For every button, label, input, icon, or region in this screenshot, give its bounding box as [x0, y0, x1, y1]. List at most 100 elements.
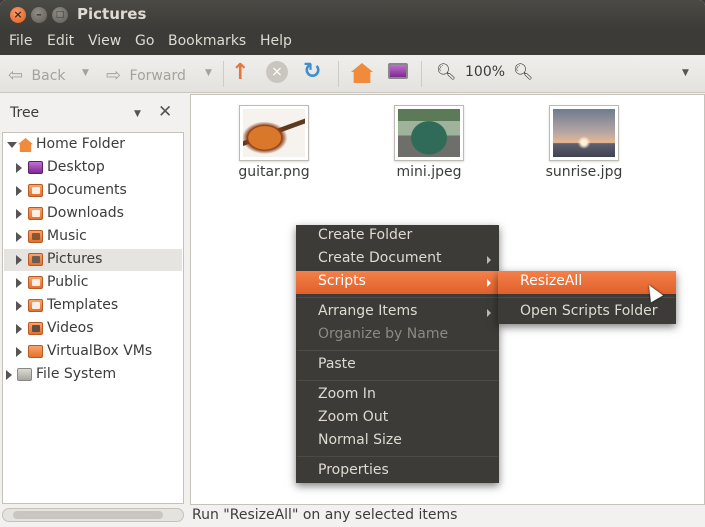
menu-help[interactable]: Help [260, 33, 292, 49]
back-label: Back [31, 68, 66, 84]
menu-item-label: Organize by Name [318, 326, 449, 342]
menu-bookmarks[interactable]: Bookmarks [168, 33, 246, 49]
expander-closed-icon[interactable] [16, 209, 22, 219]
guitar-thumbnail [239, 105, 309, 161]
zoom-in-icon[interactable]: 🔍︎ [513, 62, 533, 81]
expander-closed-icon[interactable] [6, 370, 12, 380]
menu-file[interactable]: File [9, 33, 32, 49]
menu-item-open-scripts-folder[interactable]: Open Scripts Folder [498, 301, 676, 324]
expander-closed-icon[interactable] [16, 232, 22, 242]
maximize-window-button[interactable]: □ [52, 7, 68, 23]
tree-item-label: Pictures [47, 251, 103, 267]
zoom-out-icon[interactable]: 🔍︎ [436, 62, 456, 81]
file-item[interactable]: mini.jpeg [374, 105, 484, 180]
menu-go[interactable]: Go [135, 33, 154, 49]
back-arrow-icon: ⇦ [8, 65, 24, 86]
tree-item-label: Downloads [47, 205, 124, 221]
file-manager-window: × – □ Pictures File Edit View Go Bookmar… [0, 0, 705, 527]
tree-item-documents[interactable]: Documents [4, 180, 182, 202]
menu-item-label: Zoom Out [318, 409, 389, 425]
submenu-arrow-icon [487, 309, 491, 317]
expander-closed-icon[interactable] [16, 347, 22, 357]
minimize-window-button[interactable]: – [31, 7, 47, 23]
menu-item-label: Paste [318, 356, 356, 372]
tree-item-label: File System [36, 366, 117, 382]
tree-item-pictures[interactable]: Pictures [4, 249, 182, 271]
menu-item-create-document[interactable]: Create Document [296, 248, 499, 271]
toolbar-overflow-chevron-icon[interactable]: ▼ [682, 68, 689, 78]
status-bar: Run "ResizeAll" on any selected items [190, 505, 705, 527]
menu-item-label: ResizeAll [520, 273, 583, 289]
expander-closed-icon[interactable] [16, 278, 22, 288]
window-title: Pictures [77, 5, 147, 23]
menu-item-arrange-items[interactable]: Arrange Items [296, 301, 499, 324]
menu-edit[interactable]: Edit [47, 33, 74, 49]
tree-item-virtualbox-vms[interactable]: VirtualBox VMs [4, 341, 182, 363]
submenu-arrow-icon [487, 279, 491, 287]
menu-item-label: Open Scripts Folder [520, 303, 658, 319]
tree-item-label: Videos [47, 320, 94, 336]
home-icon [18, 138, 33, 152]
back-button[interactable]: ⇦ Back [8, 64, 66, 86]
tree-item-label: Music [47, 228, 87, 244]
tree-item-desktop[interactable]: Desktop [4, 157, 182, 179]
tree-item-home[interactable]: Home Folder [4, 134, 182, 156]
menu-item-label: Scripts [318, 273, 366, 289]
expander-closed-icon[interactable] [16, 301, 22, 311]
expander-closed-icon[interactable] [16, 255, 22, 265]
folder-icon [28, 345, 43, 358]
tree-item-file-system[interactable]: File System [4, 364, 182, 386]
file-item[interactable]: guitar.png [219, 105, 329, 180]
menu-separator [297, 456, 498, 457]
computer-icon[interactable] [388, 63, 408, 79]
tree-item-downloads[interactable]: Downloads [4, 203, 182, 225]
tree-item-public[interactable]: Public [4, 272, 182, 294]
menu-item-label: Create Folder [318, 227, 413, 243]
expander-open-icon[interactable] [7, 142, 17, 148]
tree-item-videos[interactable]: Videos [4, 318, 182, 340]
tree-item-label: Desktop [47, 159, 105, 175]
file-item[interactable]: sunrise.jpg [529, 105, 639, 180]
menu-item-label: Arrange Items [318, 303, 418, 319]
expander-closed-icon[interactable] [16, 324, 22, 334]
tree-item-templates[interactable]: Templates [4, 295, 182, 317]
expander-closed-icon[interactable] [16, 163, 22, 173]
sidebar-view-chevron-icon[interactable]: ▼ [134, 109, 141, 119]
menu-item-scripts[interactable]: Scripts [296, 271, 499, 294]
menu-item-create-folder[interactable]: Create Folder [296, 225, 499, 248]
menu-item-organize-by-name: Organize by Name [296, 324, 499, 347]
sidebar-horizontal-scrollbar[interactable] [2, 508, 184, 522]
pictures-folder-icon [28, 253, 43, 266]
sunrise-thumbnail [549, 105, 619, 161]
close-sidebar-icon[interactable]: ✕ [158, 102, 172, 122]
forward-history-chevron-icon[interactable]: ▼ [205, 68, 212, 78]
forward-arrow-icon: ⇨ [106, 65, 122, 86]
menu-separator [297, 380, 498, 381]
menu-item-paste[interactable]: Paste [296, 354, 499, 377]
public-folder-icon [28, 276, 43, 289]
menu-bar: File Edit View Go Bookmarks Help [0, 30, 705, 55]
tree-item-label: VirtualBox VMs [47, 343, 153, 359]
tree-item-music[interactable]: Music [4, 226, 182, 248]
tree-item-label: Public [47, 274, 89, 290]
expander-closed-icon[interactable] [16, 186, 22, 196]
sidebar-header: Tree ▼ ✕ [0, 94, 188, 132]
menu-item-zoom-out[interactable]: Zoom Out [296, 407, 499, 430]
close-window-button[interactable]: × [10, 7, 26, 23]
forward-button[interactable]: ⇨ Forward [106, 64, 186, 86]
home-icon[interactable] [351, 63, 373, 83]
menu-view[interactable]: View [88, 33, 121, 49]
back-history-chevron-icon[interactable]: ▼ [82, 68, 89, 78]
menu-item-zoom-in[interactable]: Zoom In [296, 384, 499, 407]
sidebar-view-label[interactable]: Tree [10, 105, 39, 121]
stop-icon[interactable]: × [266, 61, 288, 83]
context-menu: Create Folder Create Document Scripts Ar… [296, 225, 499, 483]
up-arrow-icon[interactable]: ↑ [231, 60, 249, 85]
menu-item-properties[interactable]: Properties [296, 460, 499, 483]
tree-item-label: Documents [47, 182, 127, 198]
menu-item-label: Zoom In [318, 386, 376, 402]
menu-item-normal-size[interactable]: Normal Size [296, 430, 499, 453]
reload-icon[interactable]: ↻ [303, 59, 321, 84]
desktop-folder-icon [28, 161, 43, 174]
scrollbar-thumb[interactable] [13, 511, 163, 519]
